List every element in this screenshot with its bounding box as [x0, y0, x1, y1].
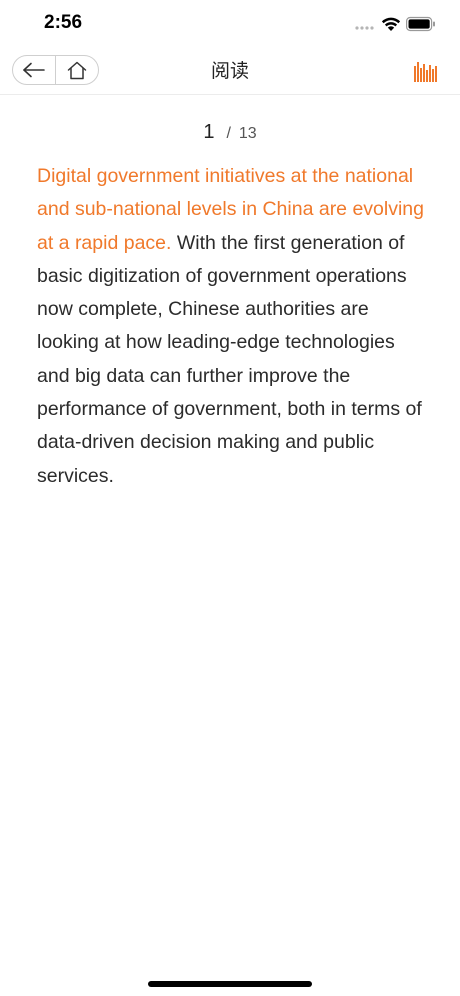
- status-time: 2:56: [44, 12, 83, 33]
- article-body: With the first generation of basic digit…: [37, 231, 422, 487]
- page-counter: 1 / 13: [0, 121, 460, 144]
- page-total: 13: [238, 125, 257, 142]
- audio-waveform-icon[interactable]: [414, 60, 438, 82]
- home-indicator[interactable]: [148, 981, 312, 987]
- page-current: 1: [203, 121, 215, 143]
- wifi-icon: [381, 17, 401, 31]
- page-separator: /: [226, 125, 231, 142]
- status-bar: 2:56: [0, 0, 460, 50]
- cellular-signal-icon: [355, 26, 374, 30]
- battery-icon: [406, 16, 435, 32]
- page-title: 阅读: [210, 60, 249, 82]
- nav-bar: 阅读: [0, 50, 460, 95]
- article-text: Digital government initiatives at the na…: [37, 160, 427, 493]
